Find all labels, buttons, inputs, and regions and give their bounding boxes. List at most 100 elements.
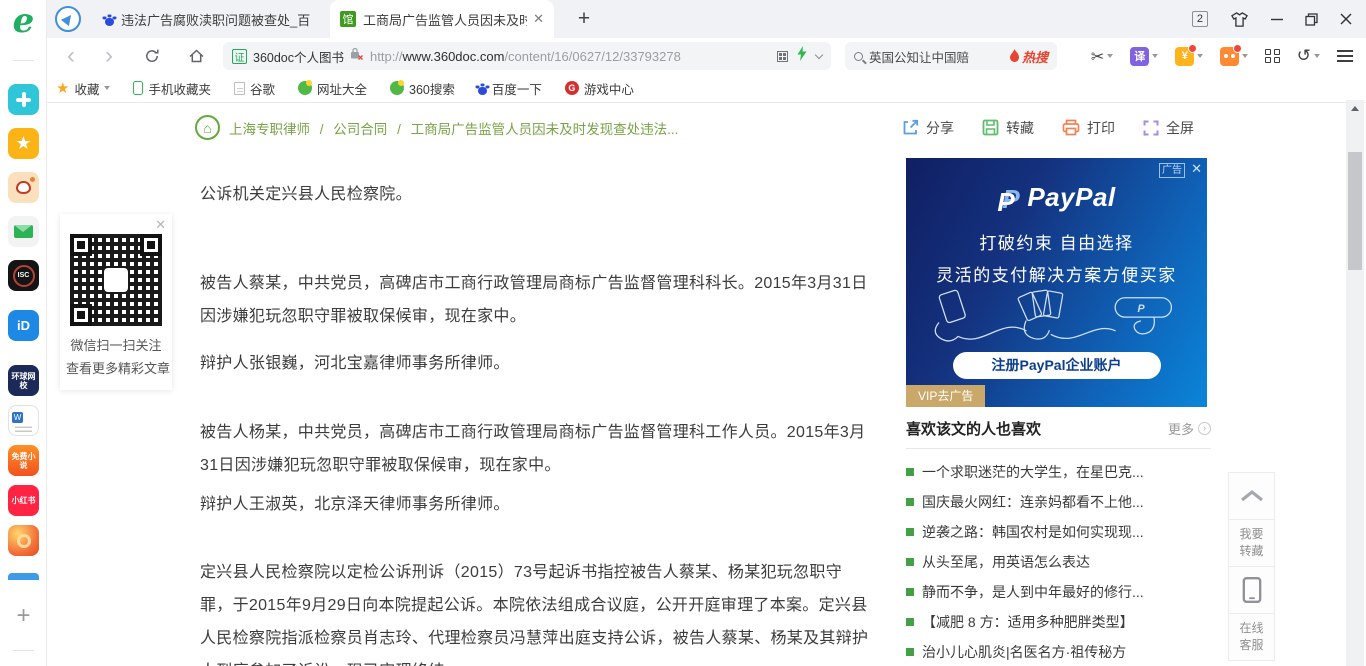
apps-grid-button[interactable]	[1265, 48, 1280, 64]
list-item[interactable]: 静而不争，是人到中年最好的修行...	[906, 577, 1211, 607]
vip-remove-ads-button[interactable]: VIP去广告	[906, 385, 986, 407]
list-item[interactable]: 国庆最火网红：连亲妈都看不上他...	[906, 487, 1211, 517]
share-button[interactable]: 分享	[901, 118, 954, 138]
tab-bar: 违法广告腐败渎职问题被查处_百 馆 工商局广告监管人员因未及时发 ✕ + 2	[47, 0, 1366, 38]
huanqiu-wangxiao-icon[interactable]: 环球网校	[8, 365, 39, 396]
compass-nav-icon[interactable]	[55, 6, 81, 32]
bookmark-favorites[interactable]: ★ 收藏	[56, 79, 111, 98]
back-button[interactable]: ‹	[57, 38, 85, 74]
add-app-button[interactable]: +	[8, 600, 39, 631]
article-paragraph: 被告人蔡某，中共党员，高碑店市工商行政管理局商标广告监督管理科科长。2015年3…	[200, 275, 868, 325]
scroll-up-arrow[interactable]	[1351, 106, 1359, 111]
toolbar-icons: ✂ 译 ¥ ↺	[1091, 38, 1366, 74]
undo-button[interactable]: ↺	[1297, 47, 1320, 65]
mail-icon[interactable]	[8, 216, 39, 247]
hot-search-button[interactable]: 热搜	[1009, 47, 1048, 66]
game-app-icon[interactable]	[8, 525, 39, 556]
home-button[interactable]	[183, 38, 209, 74]
qr-scan-icon[interactable]	[777, 50, 788, 62]
bookmark-google[interactable]: 谷歌	[233, 79, 275, 98]
chevron-up-icon	[1240, 489, 1263, 502]
tab-active[interactable]: 馆 工商局广告监管人员因未及时发 ✕	[330, 0, 554, 38]
window-controls: 2	[1191, 0, 1366, 38]
more-link[interactable]: 更多 ›	[1168, 419, 1211, 438]
minimize-button[interactable]	[1271, 13, 1283, 25]
print-button[interactable]: 打印	[1061, 118, 1115, 138]
online-service-button[interactable]: 在线 客服	[1228, 613, 1275, 661]
baidu-favicon	[105, 17, 114, 26]
bullet-icon	[906, 618, 914, 626]
id-app-icon[interactable]: iD	[8, 310, 39, 341]
games-button[interactable]	[1220, 43, 1249, 66]
bookmark-mobile-folder[interactable]: 手机收藏夹	[133, 79, 211, 98]
close-icon[interactable]: ✕	[66, 218, 166, 232]
xiaohongshu-icon[interactable]: 小红书	[8, 485, 39, 516]
isc-app-icon[interactable]: ISC	[8, 260, 39, 291]
scrollbar-track[interactable]	[1346, 100, 1364, 666]
novel-label: 免费小说	[11, 451, 36, 470]
list-item[interactable]: 从头至尾，用英语怎么表达	[906, 547, 1211, 577]
article-paragraph: 被告人杨某，中共党员，高碑店市工商行政管理局商标广告监督管理科工作人员。2015…	[200, 424, 866, 474]
search-query[interactable]: 英国公知让中国赔	[869, 47, 1003, 66]
tab-title: 违法广告腐败渎职问题被查处_百	[121, 12, 311, 28]
gamepad-icon	[1220, 43, 1243, 66]
fullscreen-icon	[1143, 120, 1159, 135]
close-button[interactable]	[1340, 13, 1352, 25]
speed-bolt-icon[interactable]	[797, 46, 807, 66]
ad-illustration: P	[934, 289, 1172, 342]
wallet-button[interactable]: ¥	[1175, 43, 1204, 66]
restore-button[interactable]	[1305, 12, 1318, 26]
insecure-lock-icon[interactable]	[350, 47, 364, 65]
free-novel-icon[interactable]: 免费小说	[8, 445, 39, 476]
360-circle-icon	[298, 80, 312, 95]
word-doc-icon[interactable]: W	[8, 405, 39, 436]
chevron-right-icon: ›	[1198, 422, 1211, 435]
menu-button[interactable]	[1337, 50, 1353, 62]
translate-button[interactable]: 译	[1130, 46, 1159, 66]
cert-badge[interactable]: 证	[232, 48, 247, 64]
save-article-button[interactable]: 我要 转藏	[1228, 519, 1275, 567]
favorites-star-icon[interactable]: ★	[8, 128, 39, 159]
bookmark-sites[interactable]: 网址大全	[298, 79, 367, 98]
caret-icon	[104, 86, 111, 90]
chevron-down-icon[interactable]	[814, 50, 824, 59]
weibo-icon[interactable]	[8, 172, 39, 203]
reload-button[interactable]	[139, 38, 165, 74]
skin-theme-icon[interactable]	[1230, 11, 1249, 28]
forward-button[interactable]: ›	[95, 38, 123, 74]
url-text[interactable]: http://www.360doc.com/content/16/0627/12…	[370, 49, 771, 64]
list-item[interactable]: 【减肥 8 方：适用多种肥胖类型】	[906, 607, 1211, 637]
paypal-ad[interactable]: 广告 ✕ PP PayPal 打破约束 自由选择 灵活的支付解决方案方便买家 P…	[906, 158, 1207, 407]
bookmark-game-center[interactable]: G 游戏中心	[564, 79, 634, 98]
tab-close-icon[interactable]: ✕	[533, 11, 544, 27]
list-item[interactable]: 治小儿心肌炎|名医名方·祖传秘方	[906, 637, 1211, 666]
star-icon: ★	[56, 80, 70, 97]
breadcrumb-link[interactable]: 公司合同	[333, 122, 387, 137]
breadcrumb-current[interactable]: 工商局广告监管人员因未及时发现查处违法...	[411, 122, 679, 137]
360-circle-icon	[390, 80, 405, 95]
bookmark-baidu[interactable]: 百度一下	[477, 79, 542, 98]
dock-divider	[13, 60, 34, 61]
browser-360-logo-icon[interactable]: e	[8, 6, 39, 37]
url-field[interactable]: 证 360doc个人图书 http://www.360doc.com/conte…	[223, 42, 831, 70]
list-item[interactable]: 逆袭之路：韩国农村是如何实现现...	[906, 517, 1211, 547]
health-app-icon[interactable]	[8, 84, 39, 115]
hidden-app-icon[interactable]	[8, 573, 39, 580]
search-box[interactable]: 英国公知让中国赔 热搜	[845, 42, 1057, 70]
new-tab-button[interactable]: +	[572, 7, 596, 31]
tab-inactive[interactable]: 违法广告腐败渎职问题被查处_百	[95, 0, 325, 38]
breadcrumb-link[interactable]: 上海专职律师	[229, 122, 310, 137]
tab-count-badge[interactable]: 2	[1191, 11, 1208, 27]
mobile-view-button[interactable]	[1228, 566, 1275, 614]
ad-close-icon[interactable]: ✕	[1191, 161, 1202, 177]
back-to-top-button[interactable]	[1228, 472, 1275, 520]
save-to-library-button[interactable]: 转藏	[981, 118, 1034, 138]
ad-cta-button[interactable]: 注册PayPal企业账户	[952, 352, 1161, 379]
home-circle-icon[interactable]: ⌂	[195, 115, 220, 140]
bookmark-360-search[interactable]: 360搜索	[390, 79, 455, 98]
scrollbar-thumb[interactable]	[1348, 152, 1362, 270]
list-item[interactable]: 一个求职迷茫的大学生，在星巴克...	[906, 457, 1211, 487]
scissors-clip-button[interactable]: ✂	[1091, 47, 1114, 66]
fullscreen-button[interactable]: 全屏	[1142, 118, 1194, 138]
left-dock: e ★ ISC iD 环球网校 W 免费小说 小红书 +	[0, 0, 47, 666]
